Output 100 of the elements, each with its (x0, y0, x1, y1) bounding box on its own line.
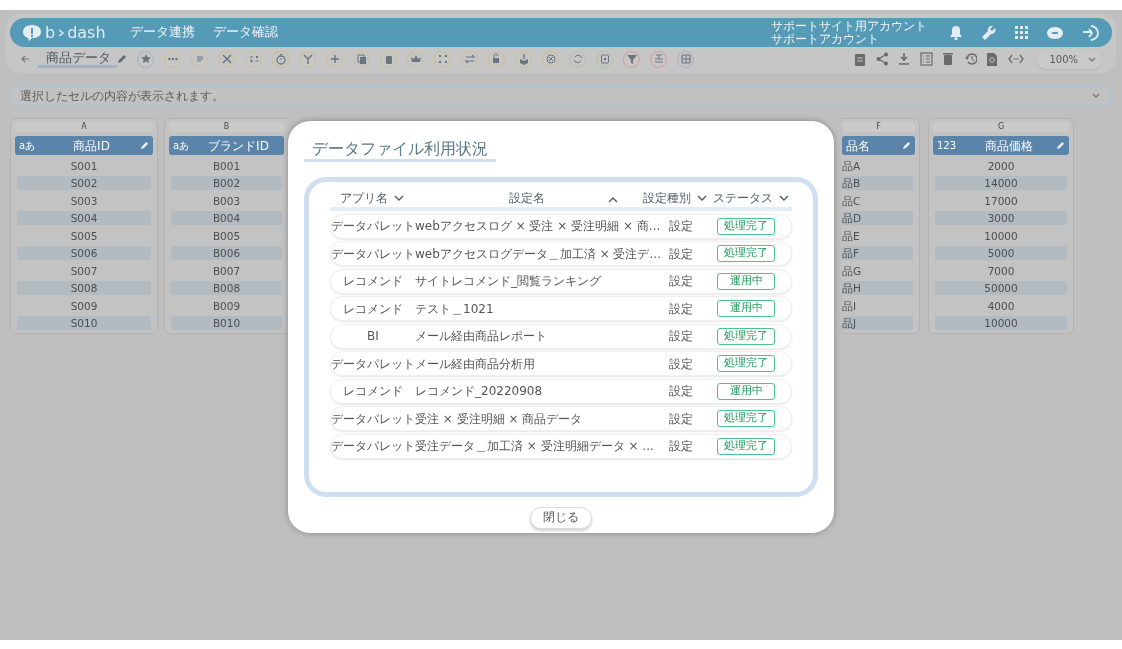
table-row[interactable]: レコメンド レコメンド_20220908 設定 運用中 (330, 378, 792, 404)
sort-down-icon[interactable] (394, 195, 404, 201)
dialog-title: データファイル利用状況 (304, 139, 496, 162)
chat-cloud-icon[interactable] (1046, 24, 1064, 41)
zoom-select[interactable]: 100% (1036, 49, 1102, 69)
cell-viewer-field[interactable]: 選択したセルの内容が表示されます。 (10, 85, 1112, 106)
column-header[interactable]: aあ 商品ID (15, 136, 153, 155)
type-label: 123 (937, 139, 958, 153)
table-cell: 品F (842, 246, 913, 260)
status-badge: 処理完了 (717, 355, 775, 372)
table-row[interactable]: データパレットwebアクセスログ × 受注 × 受注明細 × 商... 設定 処理完了 (330, 213, 792, 239)
code-icon[interactable] (1008, 52, 1024, 66)
setting-name: メール経由商品レポート (415, 329, 547, 343)
table-row[interactable]: データパレットwebアクセスログデータ＿加工済 × 受注デ... 設定 処理完了 (330, 241, 792, 266)
table-cell: 品J (842, 316, 913, 330)
setting-name: 受注データ＿加工済 × 受注明細データ × ... (415, 439, 654, 453)
table-cell: S010 (17, 316, 151, 330)
column-title: ブランドID (207, 137, 270, 155)
chevron-down-icon (1088, 56, 1096, 62)
column-header[interactable]: 品名 (842, 136, 915, 155)
setting-type: 設定 (669, 301, 693, 316)
column-heading[interactable]: 設定名 (509, 189, 545, 207)
table-cell: 5000 (935, 246, 1067, 260)
table-cell: S002 (17, 176, 151, 190)
table-row[interactable]: データパレット受注 × 受注明細 × 商品データ 設定 処理完了 (330, 406, 792, 431)
table-cell-text: 7000 (986, 263, 1016, 278)
app-name: データパレット (331, 439, 415, 453)
setting-type: 設定 (669, 219, 693, 233)
table-cell: 10000 (935, 316, 1067, 330)
sort-down-icon[interactable] (697, 195, 707, 201)
login-icon[interactable] (1082, 23, 1100, 42)
table-cell: 3000 (935, 211, 1067, 225)
back-arrow-icon[interactable] (20, 55, 30, 63)
table-cell: B010 (171, 316, 282, 330)
column-letter: G (933, 122, 1069, 132)
table-cell: B002 (171, 176, 282, 190)
pencil-icon[interactable] (140, 141, 149, 150)
table-cell-text: 品A (842, 158, 862, 173)
clipboard-icon[interactable] (854, 52, 867, 66)
table-row[interactable]: データパレット メール経由商品分析用 設定 処理完了 (330, 351, 792, 376)
setting-name: サイトレコメンド_閲覧ランキング (415, 274, 601, 288)
file-refresh-icon[interactable] (986, 52, 999, 66)
table-row[interactable]: BI メール経由商品レポート 設定 処理完了 (330, 323, 792, 349)
table-row[interactable]: レコメンド サイトレコメンド_閲覧ランキング 設定 運用中 (330, 268, 792, 294)
type-label: aあ (19, 139, 37, 153)
app-name: レコメンド (343, 384, 403, 398)
share-icon[interactable] (876, 52, 889, 66)
setting-name: レコメンド_20220908 (415, 384, 543, 398)
app-name: データパレット (331, 411, 415, 426)
table-cell: 品H (842, 281, 913, 295)
app-name: データパレット (331, 219, 415, 233)
type-label: aあ (173, 139, 191, 153)
account-name: サポートアカウント (771, 32, 880, 46)
status-badge: 処理完了 (717, 327, 775, 345)
app-name: データパレット (331, 246, 415, 261)
column-letter: A (15, 122, 153, 132)
table-cell-text: 10000 (983, 228, 1019, 243)
pencil-icon[interactable] (117, 54, 127, 64)
table-cell: B004 (171, 211, 282, 225)
table-cell-text: S001 (69, 158, 99, 173)
table-cell: 品B (842, 176, 913, 190)
close-button[interactable]: 閉じる (530, 507, 592, 529)
trash-icon[interactable] (942, 52, 955, 66)
setting-type: 設定 (669, 329, 693, 343)
column-header[interactable]: aあ ブランドID (169, 136, 284, 155)
table-cell: S006 (17, 246, 151, 260)
download-icon[interactable] (898, 52, 911, 66)
app-name: レコメンド (343, 274, 403, 288)
list-icon[interactable] (920, 52, 933, 66)
sort-up-icon[interactable] (608, 197, 618, 203)
setting-name: メール経由商品分析用 (415, 356, 535, 371)
column-title: 商品ID (72, 137, 111, 155)
table-cell: S008 (17, 281, 151, 295)
table-cell-text: S003 (69, 193, 99, 208)
table-cell-text: 品I (842, 298, 858, 313)
table-cell: B006 (171, 246, 282, 260)
wrench-icon[interactable] (981, 24, 997, 41)
column-title: 品名 (846, 137, 871, 155)
table-row[interactable]: レコメンド テスト＿1021 設定 運用中 (330, 296, 792, 321)
column-heading[interactable]: ステータス (713, 189, 773, 207)
pencil-icon[interactable] (902, 141, 911, 150)
bell-icon[interactable] (949, 25, 963, 40)
column-heading[interactable]: 設定種別 (643, 189, 691, 207)
setting-name: webアクセスログデータ＿加工済 × 受注デ... (415, 246, 661, 261)
sort-down-icon[interactable] (779, 195, 789, 201)
column-header[interactable]: 123 商品価格 (933, 136, 1069, 155)
account-site: サポートサイト用アカウント (771, 19, 927, 33)
table-cell-text: S009 (69, 298, 99, 313)
table-cell: 14000 (935, 176, 1067, 190)
setting-type: 設定 (669, 356, 693, 371)
setting-name: webアクセスログ × 受注 × 受注明細 × 商... (415, 219, 661, 233)
apps-grid-icon[interactable] (1015, 26, 1028, 39)
history-icon[interactable] (964, 52, 977, 66)
app-name: レコメンド (343, 301, 403, 316)
tab[interactable]: 商品データ (38, 50, 117, 68)
app-name: BI (367, 329, 379, 343)
setting-type: 設定 (669, 411, 693, 426)
pencil-icon[interactable] (1056, 141, 1065, 150)
column-heading[interactable]: アプリ名 (340, 189, 388, 207)
table-row[interactable]: データパレット受注データ＿加工済 × 受注明細データ × ... 設定 処理完了 (330, 433, 792, 459)
